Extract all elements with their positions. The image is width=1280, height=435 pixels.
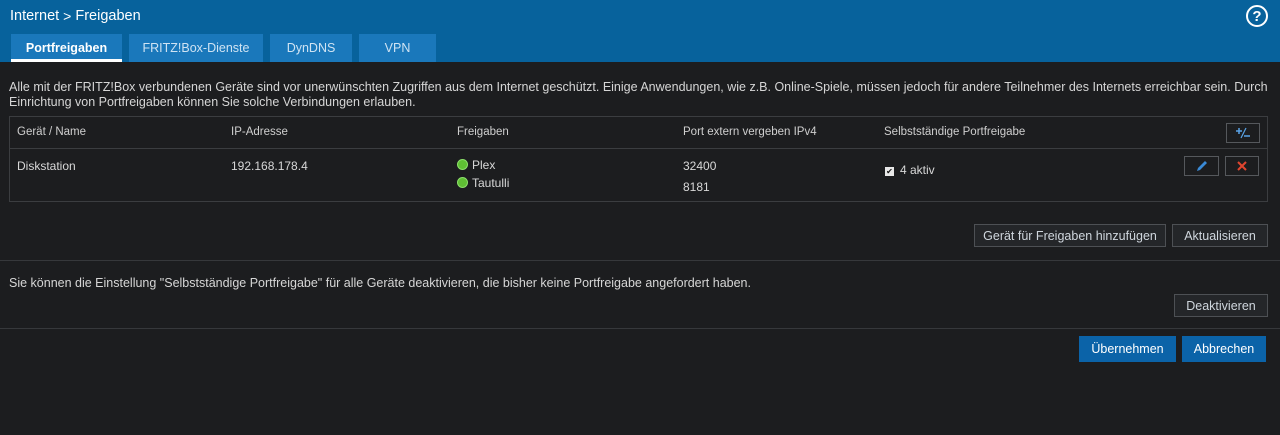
refresh-label: Aktualisieren bbox=[1184, 228, 1256, 243]
share-label: Tautulli bbox=[472, 176, 510, 190]
tab-bar: Portfreigaben FRITZ!Box-Dienste DynDNS V… bbox=[11, 34, 436, 62]
cancel-button[interactable]: Abbrechen bbox=[1182, 336, 1266, 362]
auto-share-status: ✔ 4 aktiv bbox=[885, 163, 935, 177]
deactivate-button[interactable]: Deaktivieren bbox=[1174, 294, 1268, 317]
breadcrumb-current: Freigaben bbox=[75, 8, 141, 24]
add-device-button[interactable]: Gerät für Freigaben hinzufügen bbox=[974, 224, 1166, 247]
breadcrumb-separator-icon: > bbox=[63, 8, 72, 24]
tab-fritzbox-dienste[interactable]: FRITZ!Box-Dienste bbox=[129, 34, 263, 62]
header-auto: Selbstständige Portfreigabe bbox=[884, 126, 1026, 138]
tab-label: FRITZ!Box-Dienste bbox=[142, 41, 250, 55]
apply-label: Übernehmen bbox=[1091, 342, 1164, 356]
intro-text: Alle mit der FRITZ!Box verbundenen Gerät… bbox=[9, 80, 1268, 109]
cell-ip: 192.168.178.4 bbox=[231, 159, 308, 173]
tab-label: DynDNS bbox=[286, 41, 336, 55]
delete-button[interactable] bbox=[1225, 156, 1259, 176]
status-green-icon bbox=[457, 159, 468, 170]
tab-label: Portfreigaben bbox=[25, 41, 108, 55]
apply-button[interactable]: Übernehmen bbox=[1079, 336, 1176, 362]
share-item: Tautulli bbox=[457, 176, 509, 190]
cancel-label: Abbrechen bbox=[1193, 342, 1255, 356]
header-bar: Internet > Freigaben ? Portfreigaben FRI… bbox=[0, 0, 1280, 62]
tab-portfreigaben[interactable]: Portfreigaben bbox=[11, 34, 122, 62]
deactivate-label: Deaktivieren bbox=[1186, 298, 1256, 313]
share-item: Plex bbox=[457, 158, 495, 172]
cell-port: 32400 bbox=[683, 159, 717, 173]
share-label: Plex bbox=[472, 158, 496, 172]
edit-button[interactable] bbox=[1184, 156, 1219, 176]
help-icon[interactable]: ? bbox=[1246, 5, 1268, 27]
header-ip: IP-Adresse bbox=[231, 126, 288, 138]
deactivate-note: Sie können die Einstellung "Selbstständi… bbox=[9, 276, 751, 290]
auto-share-checkbox[interactable]: ✔ bbox=[885, 167, 894, 176]
cell-port: 8181 bbox=[683, 180, 710, 194]
header-shares: Freigaben bbox=[457, 126, 509, 138]
divider bbox=[0, 328, 1280, 329]
add-remove-columns-button[interactable] bbox=[1226, 123, 1260, 143]
status-green-icon bbox=[457, 177, 468, 188]
divider bbox=[0, 260, 1280, 261]
tab-label: VPN bbox=[384, 41, 411, 55]
tab-dyndns[interactable]: DynDNS bbox=[270, 34, 352, 62]
tab-vpn[interactable]: VPN bbox=[359, 34, 436, 62]
header-port: Port extern vergeben IPv4 bbox=[683, 126, 817, 138]
breadcrumb-parent[interactable]: Internet bbox=[10, 8, 59, 24]
refresh-button[interactable]: Aktualisieren bbox=[1172, 224, 1268, 247]
table-header: Gerät / Name IP-Adresse Freigaben Port e… bbox=[10, 117, 1267, 149]
x-icon bbox=[1237, 161, 1247, 171]
breadcrumb: Internet > Freigaben bbox=[10, 8, 141, 24]
plus-minus-icon bbox=[1236, 127, 1250, 139]
auto-share-label: 4 aktiv bbox=[900, 163, 935, 177]
cell-device: Diskstation bbox=[17, 159, 76, 173]
header-device: Gerät / Name bbox=[17, 126, 87, 138]
pencil-icon bbox=[1196, 161, 1207, 171]
add-device-label: Gerät für Freigaben hinzufügen bbox=[983, 228, 1157, 243]
port-forwarding-table: Gerät / Name IP-Adresse Freigaben Port e… bbox=[9, 116, 1268, 202]
